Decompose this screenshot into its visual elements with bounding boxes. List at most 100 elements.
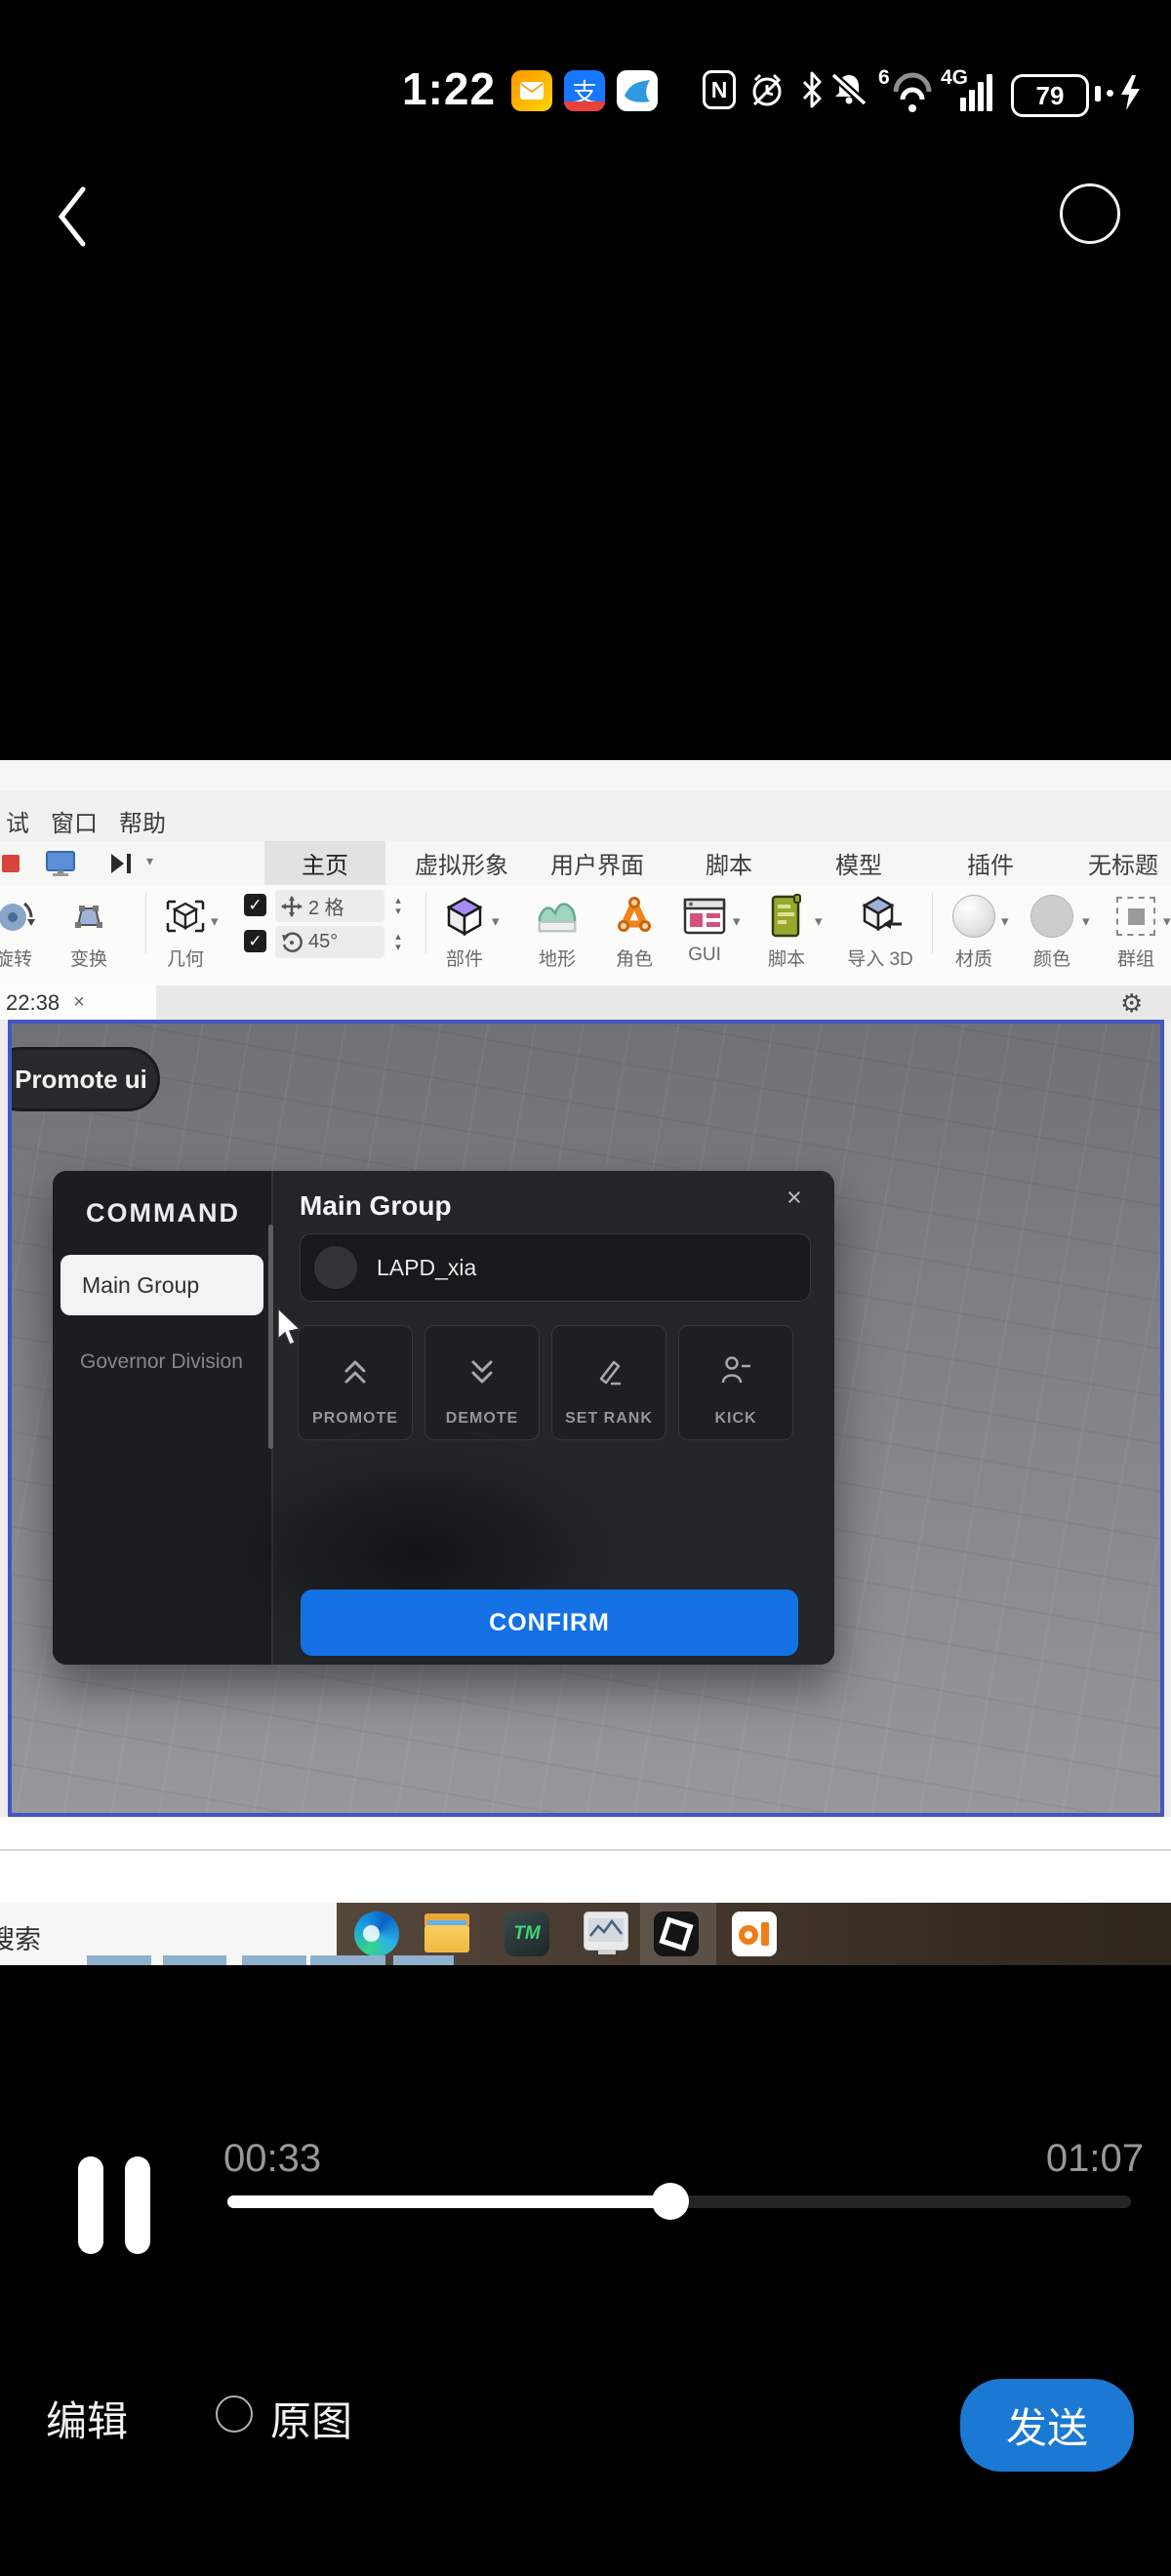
user-row[interactable]: LAPD_xia xyxy=(300,1233,811,1302)
panel-scrollbar[interactable] xyxy=(268,1225,273,1449)
network-label: 4G xyxy=(941,66,968,90)
ribbon-import3d-button[interactable]: 导入 3D xyxy=(837,890,923,971)
menu-window[interactable]: 窗口 xyxy=(51,804,98,838)
recorder-app-icon[interactable] xyxy=(732,1912,777,1956)
edit-button[interactable]: 编辑 xyxy=(46,2389,128,2448)
gui-caret-icon[interactable]: ▾ xyxy=(733,912,741,930)
pause-button[interactable] xyxy=(125,2156,150,2254)
progress-track[interactable] xyxy=(227,2195,1131,2208)
confirm-button[interactable]: CONFIRM xyxy=(301,1590,798,1656)
menu-test[interactable]: 试 xyxy=(6,804,29,838)
alarm-off-icon xyxy=(747,70,787,114)
running-indicator xyxy=(163,1955,226,1965)
part-label: 部件 xyxy=(422,945,507,971)
kick-label: KICK xyxy=(679,1410,792,1428)
search-label: 搜索 xyxy=(0,1918,41,1956)
monitor-app-icon[interactable] xyxy=(584,1912,628,1956)
import3d-label: 导入 3D xyxy=(837,945,923,971)
mouse-cursor xyxy=(276,1308,305,1353)
play-caret-icon[interactable]: ▾ xyxy=(146,853,153,869)
tab-home[interactable]: 主页 xyxy=(264,841,385,885)
panel-close-icon[interactable]: × xyxy=(787,1183,802,1213)
studio-titlebar xyxy=(0,760,1171,790)
play-to-button[interactable] xyxy=(109,852,137,880)
elapsed-time: 00:33 xyxy=(223,2137,321,2181)
signal-icon: 4G xyxy=(941,70,995,113)
sidebar-item-main-group[interactable]: Main Group xyxy=(61,1255,263,1315)
original-radio[interactable] xyxy=(216,2395,253,2433)
promote-label: PROMOTE xyxy=(299,1410,412,1428)
back-button[interactable] xyxy=(54,185,93,253)
progress-thumb[interactable] xyxy=(652,2183,689,2220)
menu-help[interactable]: 帮助 xyxy=(119,804,166,838)
running-indicator xyxy=(242,1955,306,1965)
game-viewport[interactable]: Promote ui COMMAND Main Group Governor D… xyxy=(8,1020,1164,1817)
original-label[interactable]: 原图 xyxy=(270,2389,352,2448)
tab-model[interactable]: 模型 xyxy=(835,841,882,885)
document-tab[interactable]: 22:38 × xyxy=(0,986,156,1020)
video-frame[interactable]: 试 窗口 帮助 ▾ 主页 虚拟形象 用户界面 脚本 模型 插件 无标题 xyxy=(0,760,1171,1965)
demote-button[interactable]: DEMOTE xyxy=(424,1325,540,1440)
group-caret-icon[interactable]: ▾ xyxy=(1163,912,1171,930)
group-icon xyxy=(1093,890,1171,943)
transform-label: 变换 xyxy=(46,945,132,971)
move-snap-field[interactable]: 2 格 xyxy=(275,890,384,922)
pencil-icon xyxy=(589,1349,628,1392)
sidebar-item-governor-division[interactable]: Governor Division xyxy=(80,1350,243,1374)
phone-screen: 1:22 支 N 6 4G 79 试 窗口 xyxy=(0,0,1171,2576)
document-tab-close-icon[interactable]: × xyxy=(73,991,85,1014)
promote-button[interactable]: PROMOTE xyxy=(298,1325,413,1440)
ribbon-terrain-button[interactable]: 地形 xyxy=(514,890,600,971)
edge-browser-icon[interactable] xyxy=(354,1912,399,1956)
select-circle-button[interactable] xyxy=(1060,183,1120,244)
pause-button[interactable] xyxy=(78,2156,103,2254)
move-snap-stepper[interactable]: ▴▾ xyxy=(390,890,406,922)
geometry-caret-icon[interactable]: ▾ xyxy=(211,912,219,930)
tab-avatar[interactable]: 虚拟形象 xyxy=(415,841,508,885)
set-rank-button[interactable]: SET RANK xyxy=(551,1325,666,1440)
demote-label: DEMOTE xyxy=(425,1410,539,1428)
command-panel: COMMAND Main Group Governor Division Mai… xyxy=(53,1171,834,1665)
roblox-studio-icon[interactable] xyxy=(654,1912,699,1956)
color-caret-icon[interactable]: ▾ xyxy=(1082,912,1090,930)
ribbon-material-button[interactable]: 材质 xyxy=(931,890,1017,971)
wifi-gen-label: 6 xyxy=(878,66,890,90)
part-caret-icon[interactable]: ▾ xyxy=(492,912,500,930)
material-caret-icon[interactable]: ▾ xyxy=(1001,912,1009,930)
running-indicator xyxy=(87,1955,151,1965)
move-snap-checkbox[interactable]: ✓ xyxy=(244,894,266,916)
send-button[interactable]: 发送 xyxy=(960,2379,1134,2472)
tab-untitled[interactable]: 无标题 xyxy=(1088,841,1158,885)
settings-gear-icon[interactable]: ⚙ xyxy=(1120,988,1143,1019)
tab-plugin[interactable]: 插件 xyxy=(967,841,1014,885)
tm-app-icon[interactable]: TM xyxy=(505,1912,549,1956)
mail-app-icon xyxy=(511,70,552,111)
ribbon-geometry-button[interactable]: 几何 xyxy=(142,890,228,971)
tab-ui[interactable]: 用户界面 xyxy=(550,841,644,885)
ribbon-script-button[interactable]: 脚本 xyxy=(744,890,829,971)
bluetooth-icon xyxy=(801,70,823,114)
ribbon-part-button[interactable]: 部件 xyxy=(422,890,507,971)
charging-dot xyxy=(1107,90,1113,97)
studio-toolbar: ▾ 主页 虚拟形象 用户界面 脚本 模型 插件 无标题 xyxy=(0,841,1171,885)
studio-menubar: 试 窗口 帮助 xyxy=(0,790,1171,842)
gui-label: GUI xyxy=(662,945,747,966)
geometry-label: 几何 xyxy=(142,945,228,971)
ribbon-group-button[interactable]: 群组 xyxy=(1093,890,1171,971)
alipay-app-icon: 支 xyxy=(564,70,605,111)
rotate-snap-field[interactable]: 45° xyxy=(275,926,384,958)
ribbon-transform-button[interactable]: 变换 xyxy=(46,890,132,971)
monitor-icon[interactable] xyxy=(45,850,76,882)
promote-ui-chip[interactable]: Promote ui xyxy=(8,1047,160,1111)
stop-button[interactable] xyxy=(2,855,20,872)
file-explorer-icon[interactable] xyxy=(424,1912,469,1956)
ribbon-color-button[interactable]: 颜色 xyxy=(1009,890,1095,971)
script-caret-icon[interactable]: ▾ xyxy=(815,912,823,930)
kick-button[interactable]: KICK xyxy=(678,1325,793,1440)
double-chevron-up-icon xyxy=(336,1349,375,1392)
rotate-snap-checkbox[interactable]: ✓ xyxy=(244,930,266,952)
rotate-snap-stepper[interactable]: ▴▾ xyxy=(390,926,406,958)
person-minus-icon xyxy=(716,1349,755,1392)
script-label: 脚本 xyxy=(744,945,829,971)
tab-script[interactable]: 脚本 xyxy=(706,841,752,885)
